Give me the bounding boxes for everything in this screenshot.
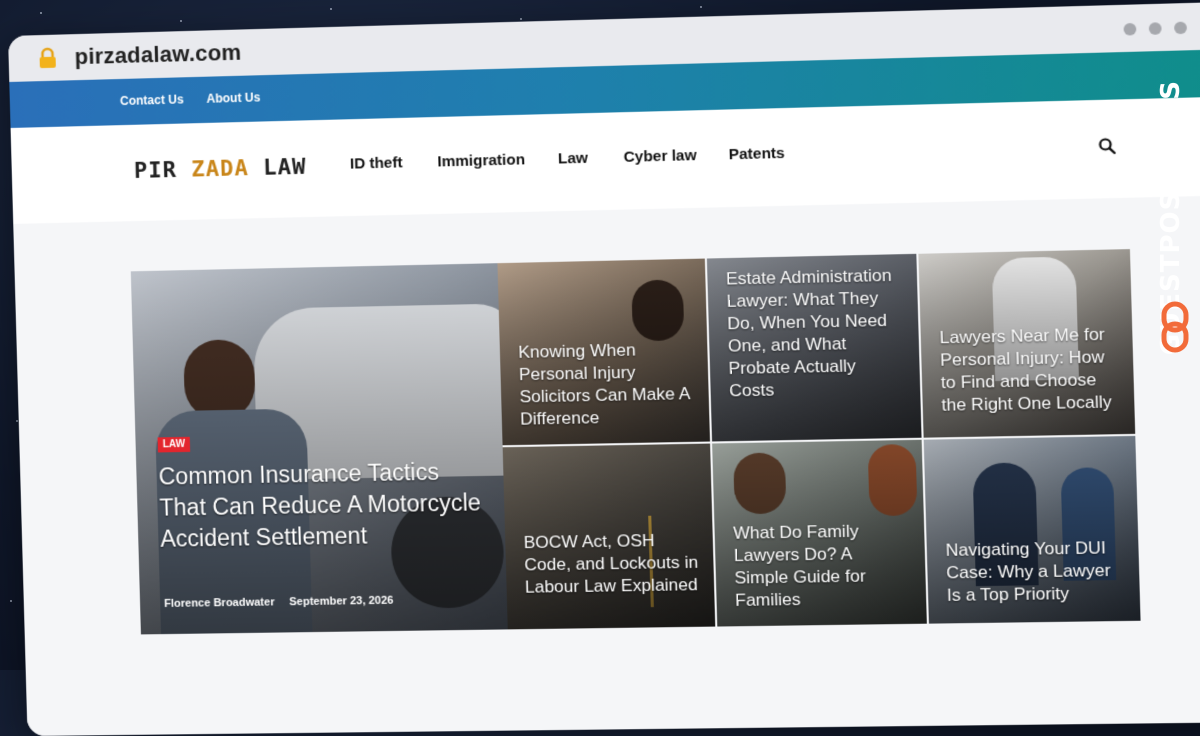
lock-icon <box>39 47 56 69</box>
post-tile[interactable]: Knowing When Personal Injury Solicitors … <box>497 258 711 446</box>
post-title[interactable]: BOCW Act, OSH Code, and Lockouts in Labo… <box>523 529 700 599</box>
address-bar-url[interactable]: pirzadalaw.com <box>74 40 241 71</box>
post-tile[interactable]: Estate Administration Lawyer: What They … <box>706 253 922 442</box>
post-title[interactable]: Knowing When Personal Injury Solicitors … <box>518 338 695 431</box>
post-tile[interactable]: Navigating Your DUI Case: Why a Lawyer I… <box>923 435 1141 624</box>
post-author[interactable]: Florence Broadwater <box>164 596 275 610</box>
post-tile[interactable]: What Do Family Lawyers Do? A Simple Guid… <box>712 439 927 627</box>
logo-part: LAW <box>262 154 307 181</box>
link-icon <box>1161 301 1189 353</box>
contact-us-link[interactable]: Contact Us <box>120 92 184 108</box>
search-icon[interactable] <box>1097 136 1116 155</box>
post-title[interactable]: What Do Family Lawyers Do? A Simple Guid… <box>733 520 912 612</box>
site-logo[interactable]: PIR ZADA LAW <box>134 155 307 184</box>
nav-item-patents[interactable]: Patents <box>728 145 785 164</box>
post-date: September 23, 2026 <box>289 594 394 609</box>
nav-item-immigration[interactable]: Immigration <box>437 151 525 170</box>
logo-part: ZADA <box>190 156 250 183</box>
nav-item-cyber-law[interactable]: Cyber law <box>623 147 696 166</box>
featured-post-tile[interactable]: LAW Common Insurance Tactics That Can Re… <box>130 263 508 635</box>
content-area: LAW Common Insurance Tactics That Can Re… <box>13 195 1200 736</box>
window-control-dot[interactable] <box>1174 21 1188 35</box>
nav-item-law[interactable]: Law <box>558 150 588 168</box>
post-tile[interactable]: Lawyers Near Me for Personal Injury: How… <box>918 249 1136 438</box>
about-us-link[interactable]: About Us <box>206 90 260 105</box>
post-title[interactable]: Common Insurance Tactics That Can Reduce… <box>158 456 491 555</box>
post-title[interactable]: Lawyers Near Me for Personal Injury: How… <box>939 323 1120 417</box>
post-tile[interactable]: BOCW Act, OSH Code, and Lockouts in Labo… <box>502 443 716 630</box>
window-control-dot[interactable] <box>1123 22 1137 36</box>
logo-part: PIR <box>133 157 178 184</box>
post-title[interactable]: Navigating Your DUI Case: Why a Lawyer I… <box>945 537 1125 607</box>
nav-item-id-theft[interactable]: ID theft <box>350 154 403 172</box>
category-badge[interactable]: LAW <box>157 436 191 453</box>
browser-window: pirzadalaw.com Contact Us About Us PIR Z… <box>8 1 1200 736</box>
post-title[interactable]: Estate Administration Lawyer: What They … <box>726 264 906 402</box>
window-control-dot[interactable] <box>1148 22 1162 35</box>
